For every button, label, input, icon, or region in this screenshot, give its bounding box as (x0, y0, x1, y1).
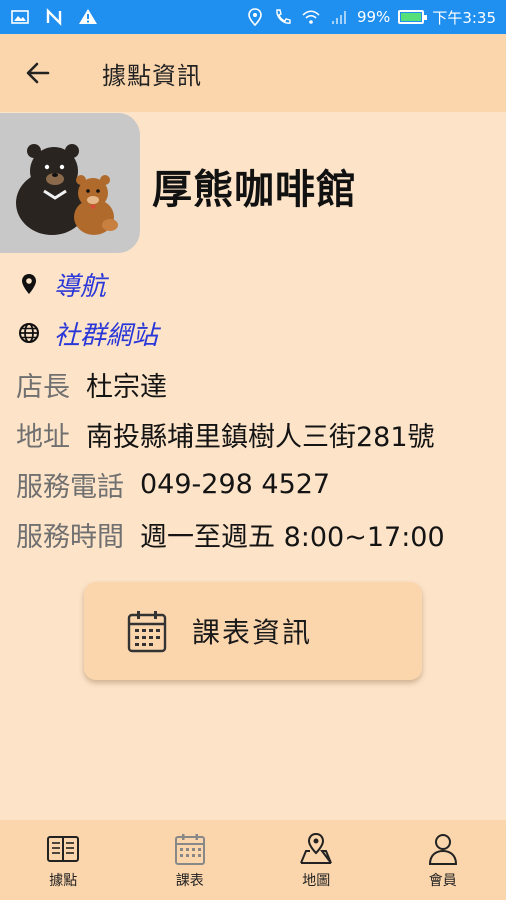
bear-mascot-image (16, 144, 118, 235)
phone-row: 服務電話 049-298 4527 (16, 462, 330, 506)
gallery-icon (10, 7, 30, 27)
hours-value: 週一至週五 8:00~17:00 (140, 521, 445, 553)
person-icon (428, 833, 457, 865)
social-link-label: 社群網站 (54, 320, 159, 351)
battery-icon (398, 10, 428, 24)
bottom-nav-label: 據點 (49, 872, 78, 889)
store-name: 厚熊咖啡館 (152, 167, 357, 213)
hours-label: 服務時間 (16, 521, 124, 553)
globe-icon (16, 320, 42, 346)
back-button[interactable] (0, 34, 76, 112)
clock: 下午3:35 (432, 8, 496, 27)
map-icon (300, 832, 333, 864)
bottom-nav-item-map[interactable]: 地圖 (253, 820, 380, 900)
store-avatar (0, 113, 140, 253)
bottom-nav: 據點 課表 地圖 會員 (0, 820, 506, 900)
phone-value: 049-298 4527 (140, 468, 331, 500)
location-icon (245, 7, 265, 27)
manager-row: 店長 杜宗達 (16, 362, 167, 406)
signal-icon (329, 7, 349, 27)
page-title: 據點資訊 (102, 61, 202, 90)
bottom-nav-label: 課表 (175, 872, 204, 889)
social-link[interactable]: 社群網站 (16, 313, 158, 353)
battery-percent: 99% (356, 8, 391, 26)
address-row: 地址 南投縣埔里鎮樹人三街281號 (16, 412, 435, 456)
address-label: 地址 (16, 421, 70, 453)
bottom-nav-item-locations[interactable]: 據點 (0, 820, 127, 900)
warning-icon (78, 7, 98, 27)
location-pin-icon (16, 271, 42, 297)
manager-label: 店長 (16, 371, 70, 403)
app-bar: 據點資訊 (0, 34, 506, 112)
bottom-nav-label: 會員 (428, 872, 457, 889)
phone-label: 服務電話 (16, 471, 124, 503)
n-icon (44, 7, 64, 27)
bottom-nav-label: 地圖 (302, 872, 331, 889)
wifi-icon (301, 7, 321, 27)
navigation-link[interactable]: 導航 (16, 264, 106, 304)
calendar-icon (174, 833, 205, 865)
address-value: 南投縣埔里鎮樹人三街281號 (86, 421, 435, 453)
schedule-button[interactable]: 課表資訊 (84, 582, 422, 680)
call-wifi-icon (273, 7, 293, 27)
schedule-button-label: 課表資訊 (192, 616, 313, 649)
store-header: 厚熊咖啡館 (0, 113, 506, 255)
bottom-nav-item-member[interactable]: 會員 (380, 820, 506, 900)
navigation-link-label: 導航 (54, 271, 107, 302)
arrow-left-icon (26, 62, 50, 84)
bottom-nav-item-schedule[interactable]: 課表 (127, 820, 254, 900)
hours-row: 服務時間 週一至週五 8:00~17:00 (16, 512, 445, 556)
manager-value: 杜宗達 (86, 371, 167, 403)
book-icon (47, 835, 80, 862)
status-bar: 99% 下午3:35 (0, 0, 506, 34)
calendar-icon (126, 608, 168, 654)
